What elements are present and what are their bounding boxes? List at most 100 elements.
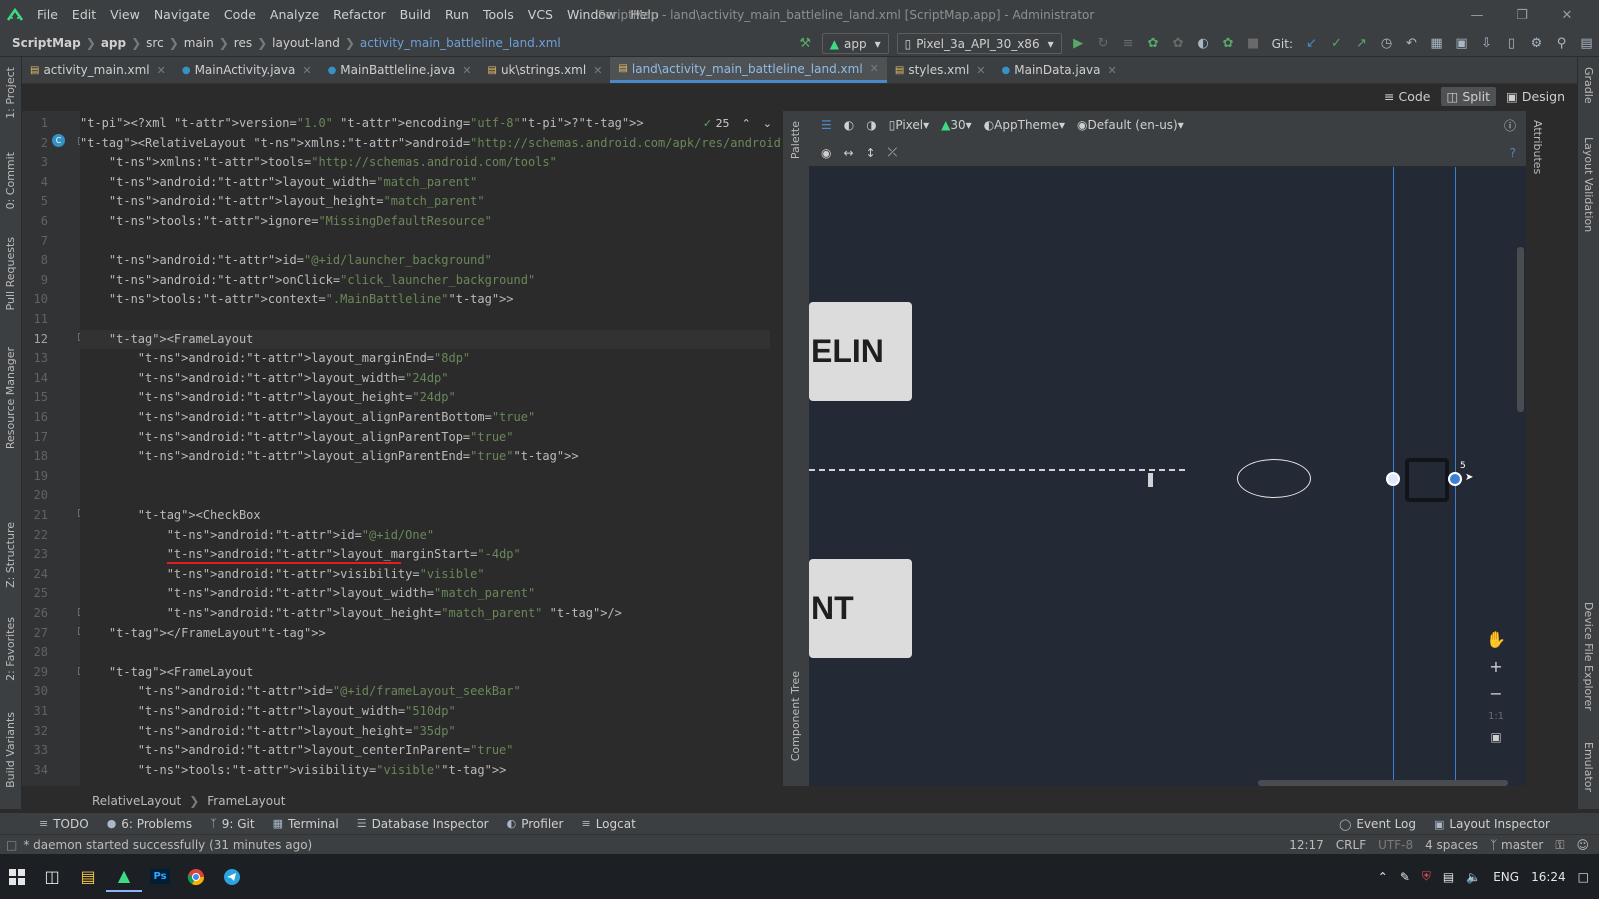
- attach-process-icon[interactable]: ✿: [1216, 30, 1241, 57]
- code-line[interactable]: "t-ns">android:"t-attr">id="@+id/frameLa…: [80, 682, 770, 702]
- code-line[interactable]: "t-ns">android:"t-attr">id="@+id/launche…: [80, 251, 770, 271]
- tool-window-todo[interactable]: ≡ TODO: [30, 817, 98, 831]
- indent-settings[interactable]: 4 spaces: [1425, 838, 1478, 852]
- pen-icon[interactable]: ✎: [1400, 870, 1410, 884]
- tool-tab-device-file-explorer[interactable]: Device File Explorer: [1582, 602, 1595, 711]
- line-separator[interactable]: CRLF: [1336, 838, 1366, 852]
- horizontal-resize-icon[interactable]: ↔: [837, 146, 859, 160]
- code-line[interactable]: "t-tag"><CheckBox: [80, 506, 770, 526]
- debug-icon[interactable]: ✿: [1141, 30, 1166, 57]
- menu-view[interactable]: View: [103, 0, 147, 30]
- tool-window-git[interactable]: ᛉ 9: Git: [201, 817, 263, 831]
- menu-run[interactable]: Run: [438, 0, 476, 30]
- constraint-handle-start[interactable]: [1386, 472, 1400, 486]
- git-update-icon[interactable]: ↙: [1299, 30, 1324, 57]
- breadcrumb-file[interactable]: activity_main_battleline_land.xml: [360, 36, 561, 50]
- code-line[interactable]: "t-ns">android:"t-attr">layout_width="ma…: [80, 584, 770, 604]
- tool-window-logcat[interactable]: ≡ Logcat: [572, 817, 644, 831]
- code-line[interactable]: [80, 486, 770, 506]
- tool-tab-layout-validation[interactable]: Layout Validation: [1582, 137, 1595, 232]
- xml-crumb-framelayout[interactable]: FrameLayout: [207, 794, 285, 808]
- git-commit-icon[interactable]: ✓: [1324, 30, 1349, 57]
- tab-activity-main[interactable]: ▤ activity_main.xml ✕: [22, 57, 174, 83]
- tool-tab-emulator[interactable]: Emulator: [1582, 742, 1595, 792]
- tool-tab-structure[interactable]: Z: Structure: [4, 522, 17, 588]
- code-line[interactable]: "t-tag"><RelativeLayout "t-ns">xmlns:"t-…: [80, 134, 782, 154]
- avd-manager-icon[interactable]: ▣: [1449, 30, 1474, 57]
- menu-file[interactable]: File: [30, 0, 65, 30]
- tab-main-data[interactable]: ● MainData.java ✕: [994, 57, 1125, 83]
- close-icon[interactable]: ✕: [157, 64, 166, 77]
- code-line[interactable]: "t-ns">android:"t-attr">layout_alignPare…: [80, 447, 770, 467]
- sync-gradle-icon[interactable]: ⚙: [1524, 30, 1549, 57]
- code-line[interactable]: "t-ns">android:"t-attr">layout_marginSta…: [80, 545, 770, 565]
- menu-edit[interactable]: Edit: [65, 0, 103, 30]
- search-icon[interactable]: ⚲: [1549, 30, 1574, 57]
- tool-tab-gradle[interactable]: Gradle: [1582, 67, 1595, 104]
- attributes-tab[interactable]: Attributes: [1531, 120, 1544, 174]
- close-icon[interactable]: ✕: [1545, 0, 1589, 30]
- tab-main-battleline[interactable]: ● MainBattleline.java ✕: [320, 57, 480, 83]
- code-line[interactable]: "t-ns">android:"t-attr">layout_marginEnd…: [80, 349, 770, 369]
- xml-crumb-relativelayout[interactable]: RelativeLayout: [92, 794, 181, 808]
- network-icon[interactable]: ▤: [1443, 870, 1454, 884]
- zoom-out-icon[interactable]: −: [1489, 684, 1502, 703]
- menu-navigate[interactable]: Navigate: [147, 0, 217, 30]
- menu-vcs[interactable]: VCS: [521, 0, 560, 30]
- breadcrumb-project[interactable]: ScriptMap: [12, 36, 81, 50]
- git-rollback-icon[interactable]: ↶: [1399, 30, 1424, 57]
- volume-icon[interactable]: 🔈: [1466, 870, 1481, 884]
- menu-refactor[interactable]: Refactor: [326, 0, 392, 30]
- telegram-icon[interactable]: [214, 862, 250, 892]
- memory-indicator-icon[interactable]: ☺: [1576, 838, 1589, 852]
- code-line[interactable]: "t-ns">android:"t-attr">layout_alignPare…: [80, 408, 770, 428]
- android-studio-taskbar-icon[interactable]: ▲: [106, 862, 142, 892]
- bottom-button-preview[interactable]: NT: [809, 559, 912, 658]
- eye-icon[interactable]: ◉: [815, 146, 837, 160]
- code-line[interactable]: "t-ns">android:"t-attr">visibility="visi…: [80, 565, 770, 585]
- menu-code[interactable]: Code: [217, 0, 263, 30]
- code-line[interactable]: "t-ns">android:"t-attr">layout_width="51…: [80, 702, 770, 722]
- design-canvas[interactable]: ELIN NT 5 ➤: [809, 167, 1526, 786]
- breadcrumb-src[interactable]: src: [146, 36, 164, 50]
- api-level-select[interactable]: ▲ 30 ▾: [935, 118, 978, 132]
- breadcrumb-main[interactable]: main: [184, 36, 214, 50]
- code-line[interactable]: [80, 310, 770, 330]
- notifications-icon[interactable]: ▤: [1574, 30, 1599, 57]
- tool-tab-pull-requests[interactable]: Pull Requests: [4, 237, 17, 310]
- build-hammer-icon[interactable]: ⚒: [793, 30, 818, 57]
- tool-tab-resource-manager[interactable]: Resource Manager: [4, 347, 17, 449]
- apply-changes-icon[interactable]: ↻: [1091, 30, 1116, 57]
- pan-hand-icon[interactable]: ✋: [1486, 630, 1506, 649]
- code-line[interactable]: "t-tag"><FrameLayout: [80, 663, 770, 683]
- seekbar-preview[interactable]: [809, 469, 1185, 473]
- code-line[interactable]: "t-ns">android:"t-attr">layout_width="24…: [80, 369, 770, 389]
- design-view-button[interactable]: ▣ Design: [1500, 87, 1571, 106]
- code-line[interactable]: "t-ns">android:"t-attr">layout_centerInP…: [80, 741, 770, 761]
- close-icon[interactable]: ✕: [462, 64, 471, 77]
- status-panel-icon[interactable]: □: [6, 838, 17, 852]
- code-line[interactable]: "t-tag"></FrameLayout"t-tag">>: [80, 624, 770, 644]
- zoom-actual-size-icon[interactable]: 1:1: [1488, 711, 1504, 722]
- code-line[interactable]: "t-tag"><FrameLayout: [80, 329, 770, 350]
- tool-window-profiler[interactable]: ◐ Profiler: [498, 817, 573, 831]
- input-language[interactable]: ENG: [1493, 870, 1519, 884]
- sdk-manager-icon[interactable]: ⇩: [1474, 30, 1499, 57]
- code-line[interactable]: "t-ns">android:"t-attr">layout_height="m…: [80, 192, 770, 212]
- profile-icon[interactable]: ◐: [1191, 30, 1216, 57]
- code-line[interactable]: [80, 643, 770, 663]
- code-editor[interactable]: ✓ 25 ⌃ ⌄ "t-pi"><?xml "t-attr">version="…: [80, 111, 782, 786]
- split-view-button[interactable]: ◫ Split: [1440, 87, 1497, 106]
- checkbox-preview[interactable]: [1405, 458, 1449, 502]
- tool-tab-project[interactable]: 1: Project: [4, 67, 17, 119]
- device-manager-icon[interactable]: ▯: [1499, 30, 1524, 57]
- constraint-handle-end[interactable]: [1448, 472, 1462, 486]
- component-tree-tab[interactable]: Component Tree: [789, 671, 802, 761]
- caret-position[interactable]: 12:17: [1289, 838, 1324, 852]
- warning-info-icon[interactable]: ⓘ: [1498, 117, 1522, 134]
- close-icon[interactable]: ✕: [1108, 64, 1117, 77]
- close-icon[interactable]: ✕: [302, 64, 311, 77]
- run-config-select[interactable]: ▲ app ▾: [821, 33, 889, 54]
- layers-icon[interactable]: ☰: [815, 118, 838, 132]
- seekbar-thumb[interactable]: [1148, 473, 1153, 487]
